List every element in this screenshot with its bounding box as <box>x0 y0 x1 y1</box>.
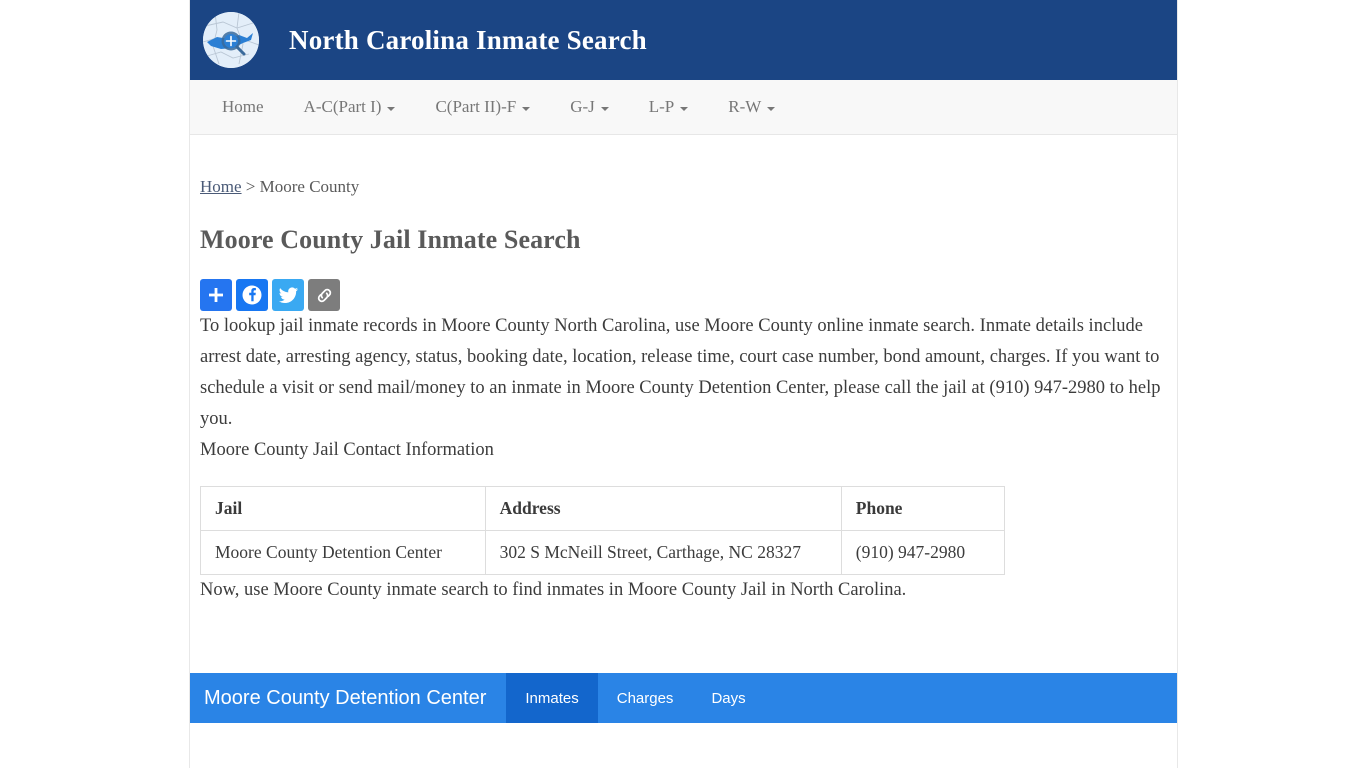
addthis-share-button[interactable] <box>200 279 232 311</box>
site-header: North Carolina Inmate Search <box>190 0 1177 80</box>
inmate-search-tabbar: Moore County Detention Center Inmates Ch… <box>190 673 1177 723</box>
tab-charges[interactable]: Charges <box>598 673 693 723</box>
tab-days[interactable]: Days <box>692 673 764 723</box>
tab-label: Charges <box>616 689 674 707</box>
tabbar-facility-name[interactable]: Moore County Detention Center <box>190 673 506 723</box>
nav-item-l-p[interactable]: L-P <box>629 87 709 127</box>
table-row: Moore County Detention Center 302 S McNe… <box>200 530 1006 575</box>
tabbar-filler <box>765 673 1177 723</box>
content-container: North Carolina Inmate Search Home A-C(Pa… <box>189 0 1178 768</box>
chevron-down-icon <box>387 106 396 111</box>
breadcrumb-current: Moore County <box>259 177 360 196</box>
nav-item-a-c-part-1[interactable]: A-C(Part I) <box>284 87 416 127</box>
nav-item-label: G-J <box>570 97 595 116</box>
nav-item-label: C(Part II)-F <box>435 97 517 116</box>
site-title: North Carolina Inmate Search <box>289 24 647 55</box>
chevron-down-icon <box>680 106 689 111</box>
chevron-down-icon <box>522 106 531 111</box>
breadcrumb-separator: > <box>241 177 260 196</box>
contact-information-table: Jail Address Phone Moore County Detentio… <box>200 486 1006 575</box>
twitter-share-button[interactable] <box>272 279 304 311</box>
share-buttons <box>200 279 1167 311</box>
nav-item-g-j[interactable]: G-J <box>550 87 629 127</box>
tab-label: Inmates <box>525 689 579 707</box>
page-title: Moore County Jail Inmate Search <box>200 225 581 254</box>
cell-jail-phone: (910) 947-2980 <box>840 530 1006 575</box>
contact-info-heading: Moore County Jail Contact Information <box>200 440 494 460</box>
twitter-bird-icon <box>278 286 298 303</box>
copy-link-button[interactable] <box>308 279 340 311</box>
column-header-address: Address <box>484 486 842 531</box>
main-navigation: Home A-C(Part I) C(Part II)-F G-J L-P R-… <box>190 80 1177 135</box>
plus-icon <box>209 288 223 302</box>
breadcrumb-link-home[interactable]: Home <box>200 177 242 196</box>
intro-paragraph: To lookup jail inmate records in Moore C… <box>200 316 1161 429</box>
column-header-phone: Phone <box>840 486 1006 531</box>
nav-item-r-w[interactable]: R-W <box>708 87 795 127</box>
nav-item-label: A-C(Part I) <box>303 97 382 116</box>
chevron-down-icon <box>600 106 609 111</box>
nav-item-label: Home <box>222 97 264 116</box>
chevron-down-icon <box>767 106 776 111</box>
nav-item-label: L-P <box>648 97 675 116</box>
column-header-jail: Jail <box>200 486 486 531</box>
nav-item-label: R-W <box>728 97 762 116</box>
nc-map-magnifier-icon[interactable] <box>203 12 259 68</box>
cell-jail-name: Moore County Detention Center <box>200 530 486 575</box>
breadcrumb: Home > Moore County <box>200 177 1167 197</box>
page-root: North Carolina Inmate Search Home A-C(Pa… <box>0 0 1366 768</box>
facebook-share-button[interactable] <box>236 279 268 311</box>
nav-item-home[interactable]: Home <box>202 87 284 127</box>
page-content: Home > Moore County Moore County Jail In… <box>190 177 1177 606</box>
outro-paragraph: Now, use Moore County inmate search to f… <box>200 580 907 600</box>
nav-item-c-part-2-f[interactable]: C(Part II)-F <box>415 87 550 127</box>
chain-link-icon <box>317 288 331 302</box>
facebook-icon <box>242 285 262 305</box>
table-header-row: Jail Address Phone <box>200 486 1006 531</box>
tab-inmates[interactable]: Inmates <box>506 673 598 723</box>
tab-label: Days <box>711 689 746 707</box>
cell-jail-address: 302 S McNeill Street, Carthage, NC 28327 <box>484 530 842 575</box>
